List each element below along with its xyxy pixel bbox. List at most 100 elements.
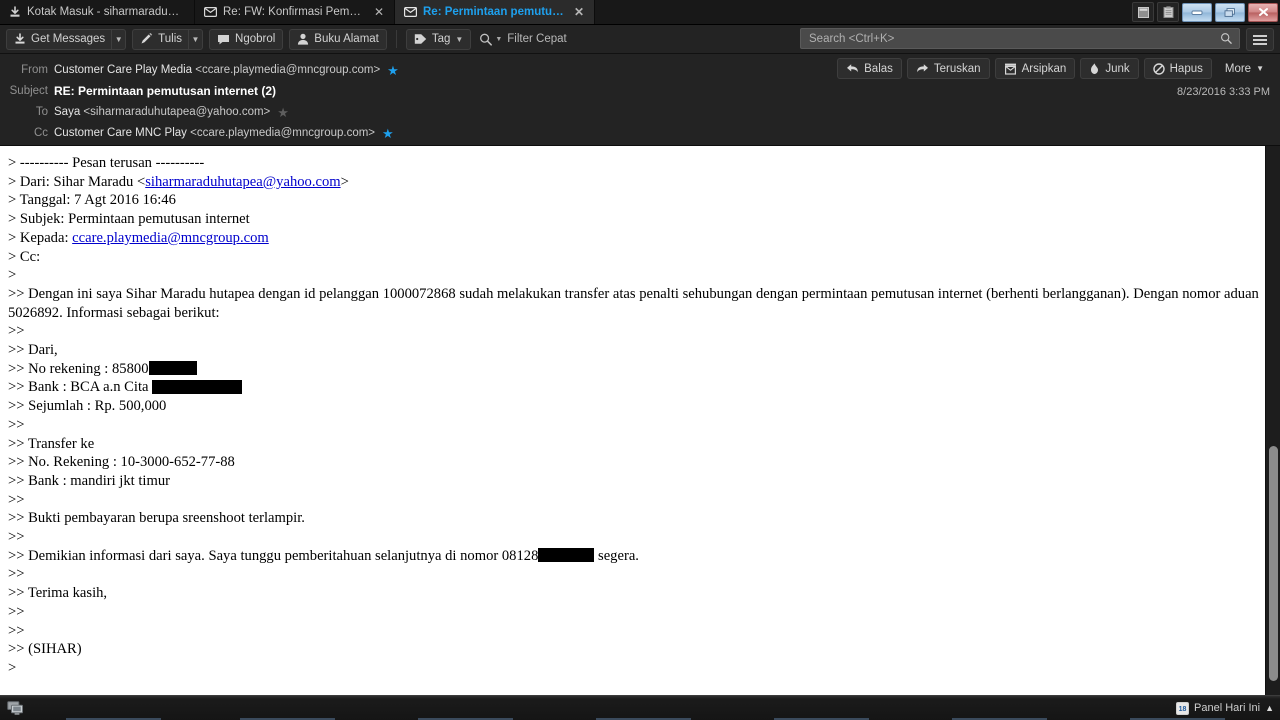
- app-menu-button[interactable]: [1246, 28, 1274, 51]
- write-button[interactable]: Tulis: [132, 28, 189, 50]
- layout-toggle-icon[interactable]: [1132, 2, 1154, 22]
- body-line: >>: [8, 529, 25, 546]
- thunderbird-window: Kotak Masuk - siharmaraduhuta... Re: FW:…: [0, 0, 1280, 720]
- delete-prohibited-icon: [1152, 62, 1165, 75]
- body-line: >> Dari,: [8, 342, 58, 359]
- to-label: To: [35, 106, 48, 118]
- pencil-icon: [140, 33, 153, 45]
- chat-label: Ngobrol: [235, 33, 276, 45]
- tab-close-icon[interactable]: ✕: [573, 6, 585, 18]
- body-line: >: [8, 659, 17, 676]
- body-line: >> (SIHAR): [8, 641, 82, 658]
- redaction-bar: [538, 548, 595, 563]
- body-line: >>: [8, 323, 25, 340]
- tab-permintaan-pemutusan[interactable]: Re: Permintaan pemutusa... ✕: [395, 0, 595, 24]
- chat-button[interactable]: Ngobrol: [209, 28, 284, 50]
- close-button[interactable]: [1248, 2, 1278, 22]
- to-address: <siharmaraduhutapea@yahoo.com>: [83, 106, 271, 118]
- junk-label: Junk: [1105, 62, 1130, 75]
- tab-konfirmasi-pembayaran[interactable]: Re: FW: Konfirmasi Pembay... ✕: [195, 0, 395, 24]
- tab-inbox[interactable]: Kotak Masuk - siharmaraduhuta...: [0, 0, 195, 24]
- cc-address: <ccare.playmedia@mncgroup.com>: [190, 127, 376, 139]
- chevron-down-icon: ▼: [495, 35, 503, 43]
- address-book-label: Buku Alamat: [314, 33, 379, 45]
- calendar-icon[interactable]: 18: [1176, 701, 1190, 715]
- chevron-down-icon: ▼: [1256, 64, 1264, 73]
- get-messages-dropdown[interactable]: ▼: [111, 28, 127, 50]
- from-label: From: [21, 64, 48, 76]
- from-value: Customer Care Play Media <ccare.playmedi…: [54, 61, 380, 80]
- more-label: More: [1224, 62, 1252, 75]
- email-link[interactable]: ccare.playmedia@mncgroup.com: [72, 230, 269, 246]
- from-address: <ccare.playmedia@mncgroup.com>: [195, 64, 381, 76]
- header-row-subject: Subject RE: Permintaan pemutusan interne…: [0, 81, 1280, 102]
- search-icon[interactable]: [1220, 32, 1233, 45]
- body-line: >>: [8, 603, 25, 620]
- chat-bubble-icon: [217, 34, 230, 45]
- message-header: From Customer Care Play Media <ccare.pla…: [0, 54, 1280, 146]
- body-line: >> No rekening : 85800: [8, 360, 1270, 379]
- body-line: >> Sejumlah : Rp. 500,000: [8, 398, 167, 415]
- from-name: Customer Care Play Media: [54, 64, 193, 76]
- body-scrollbar[interactable]: [1265, 146, 1280, 695]
- body-scrollbar-thumb[interactable]: [1269, 446, 1278, 681]
- menu-line: [1253, 38, 1267, 41]
- reply-arrow-icon: [846, 63, 859, 74]
- tag-label: Tag: [431, 33, 451, 45]
- download-icon: [14, 33, 26, 45]
- write-label: Tulis: [158, 33, 183, 45]
- reply-button[interactable]: Balas: [837, 58, 902, 79]
- header-row-to: To Saya <siharmaraduhutapea@yahoo.com> ★: [0, 102, 1280, 123]
- email-link[interactable]: siharmaraduhutapea@yahoo.com: [145, 174, 340, 190]
- body-line: > Kepada: ccare.playmedia@mncgroup.com: [8, 229, 269, 246]
- body-line: >>: [8, 566, 25, 583]
- search-input[interactable]: [807, 31, 1220, 46]
- mail-icon: [204, 7, 217, 17]
- flame-icon: [1089, 62, 1100, 75]
- get-messages-button[interactable]: Get Messages: [6, 28, 112, 50]
- reply-label: Balas: [864, 62, 893, 75]
- get-messages-group: Get Messages ▼: [6, 28, 127, 50]
- quick-filter-button[interactable]: ▼ Filter Cepat: [477, 33, 567, 46]
- chevron-up-icon[interactable]: ▲: [1265, 703, 1274, 713]
- tab-bar: Kotak Masuk - siharmaraduhuta... Re: FW:…: [0, 0, 1280, 25]
- tag-icon: [414, 33, 427, 45]
- tab-close-icon[interactable]: ✕: [373, 6, 385, 18]
- minimize-button[interactable]: [1182, 2, 1212, 22]
- toolbar-separator: [395, 30, 397, 48]
- search-box[interactable]: [800, 28, 1240, 49]
- star-icon[interactable]: ★: [277, 106, 289, 119]
- redaction-bar: [148, 361, 197, 376]
- computer-icon[interactable]: [4, 698, 26, 718]
- tag-button[interactable]: Tag ▼: [405, 28, 472, 50]
- message-action-bar: Balas Teruskan Arsipkan Junk Hapus More …: [837, 58, 1272, 79]
- system-tray: 18 Panel Hari Ini ▲: [1176, 696, 1274, 720]
- menu-line: [1253, 34, 1267, 37]
- star-icon[interactable]: ★: [387, 64, 399, 77]
- body-line: > Cc:: [8, 248, 41, 265]
- restore-button[interactable]: [1215, 2, 1245, 22]
- junk-button[interactable]: Junk: [1080, 58, 1139, 79]
- header-row-cc: Cc Customer Care MNC Play <ccare.playmed…: [0, 123, 1280, 144]
- message-body-text: > ---------- Pesan terusan ---------- > D…: [0, 146, 1280, 678]
- write-dropdown[interactable]: ▼: [188, 28, 204, 50]
- body-line: >> Bank : BCA a.n Cita: [8, 378, 1270, 397]
- tab-label: Kotak Masuk - siharmaraduhuta...: [27, 6, 185, 18]
- delete-button[interactable]: Hapus: [1143, 58, 1212, 79]
- body-line: > Tanggal: 7 Agt 2016 16:46: [8, 192, 176, 209]
- forward-button[interactable]: Teruskan: [906, 58, 990, 79]
- message-date: 8/23/2016 3:33 PM: [1177, 86, 1270, 98]
- body-line: >> Bukti pembayaran berupa sreenshoot te…: [8, 510, 305, 527]
- body-line: > Dari: Sihar Maradu <siharmaraduhutapea…: [8, 173, 349, 190]
- star-icon[interactable]: ★: [382, 127, 394, 140]
- more-button[interactable]: More ▼: [1217, 58, 1272, 79]
- redaction-bar: [152, 380, 243, 395]
- quick-filter-label: Filter Cepat: [507, 33, 567, 45]
- tab-label: Re: FW: Konfirmasi Pembay...: [223, 6, 365, 18]
- clipboard-icon[interactable]: [1157, 2, 1179, 22]
- cc-value: Customer Care MNC Play <ccare.playmedia@…: [54, 124, 375, 143]
- tray-label[interactable]: Panel Hari Ini: [1194, 702, 1260, 714]
- archive-button[interactable]: Arsipkan: [994, 58, 1076, 79]
- body-line: >> Transfer ke: [8, 435, 95, 452]
- address-book-button[interactable]: Buku Alamat: [289, 28, 387, 50]
